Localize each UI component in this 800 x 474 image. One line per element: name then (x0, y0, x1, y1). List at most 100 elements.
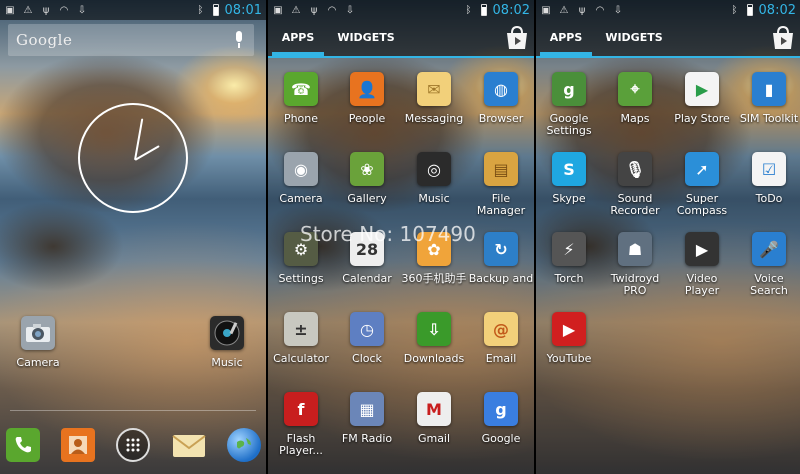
app-calendar[interactable]: 28 Calendar (334, 232, 400, 285)
dock-phone[interactable] (6, 428, 40, 462)
app-file-manager[interactable]: ▤ File Manager (468, 152, 534, 217)
app-voice-search[interactable]: 🎤 Voice Search (736, 232, 800, 297)
app-skype[interactable]: S Skype (536, 152, 602, 205)
app-maps[interactable]: ⌖ Maps (602, 72, 668, 125)
analog-clock-widget[interactable] (78, 103, 188, 213)
status-bar[interactable]: ▣ ⚠ ψ ◠ ⇩ ᛒ 08:02 (536, 0, 800, 20)
battery-icon (480, 4, 487, 16)
app-label: SIM Toolkit (739, 112, 799, 125)
app-backup[interactable]: ↻ Backup and (468, 232, 534, 285)
usb-icon: ψ (578, 4, 586, 16)
tab-apps[interactable]: APPS (272, 20, 324, 56)
clock-icon: ◷ (350, 312, 384, 346)
app-label: ToDo (755, 192, 783, 205)
shortcut-camera[interactable]: Camera (5, 316, 71, 369)
play-store-icon: ▶ (685, 72, 719, 106)
all-apps-icon (116, 428, 150, 462)
maps-icon: ⌖ (618, 72, 652, 106)
app-compass[interactable]: ➚ Super Compass (669, 152, 735, 217)
app-label: 360手机助手 (401, 272, 467, 285)
status-time: 08:01 (224, 2, 262, 18)
app-label: Phone (283, 112, 319, 125)
dock-messaging[interactable] (172, 428, 206, 462)
app-flash-player[interactable]: f Flash Player... (268, 392, 334, 457)
notification-icon: ▣ (273, 4, 283, 16)
bluetooth-icon: ᛒ (731, 4, 738, 16)
google-search-icon: g (484, 392, 518, 426)
tab-widgets[interactable]: WIDGETS (602, 20, 666, 56)
app-settings[interactable]: ⚙ Settings (268, 232, 334, 285)
music-icon (210, 316, 244, 350)
play-store-shortcut-icon[interactable] (504, 25, 530, 51)
google-search-bar[interactable]: Google (8, 24, 254, 56)
app-label: YouTube (546, 352, 592, 365)
tab-widgets[interactable]: WIDGETS (334, 20, 398, 56)
torch-icon: ⚡ (552, 232, 586, 266)
status-bar[interactable]: ▣ ⚠ ψ ◠ ⇩ ᛒ 08:02 (268, 0, 534, 20)
app-assistant-360[interactable]: ✿ 360手机助手 (401, 232, 467, 285)
status-bar[interactable]: ▣ ⚠ ψ ◠ ⇩ ᛒ 08:01 (0, 0, 266, 20)
app-label: Gallery (347, 192, 387, 205)
app-label: Play Store (674, 112, 730, 125)
dock-all-apps[interactable] (116, 428, 150, 462)
app-phone[interactable]: ☎ Phone (268, 72, 334, 125)
app-label: Email (485, 352, 517, 365)
app-downloads[interactable]: ⇩ Downloads (401, 312, 467, 365)
app-torch[interactable]: ⚡ Torch (536, 232, 602, 285)
app-label: Google Settings (546, 112, 592, 137)
tab-apps[interactable]: APPS (540, 20, 592, 56)
app-music[interactable]: ◎ Music (401, 152, 467, 205)
shortcut-music[interactable]: Music (194, 316, 260, 369)
app-gmail[interactable]: M Gmail (401, 392, 467, 445)
app-label: Settings (278, 272, 324, 285)
voice-search-icon: 🎤 (752, 232, 786, 266)
app-label: Twidroyd PRO (610, 272, 660, 297)
app-gallery[interactable]: ❀ Gallery (334, 152, 400, 205)
dock-people[interactable] (61, 428, 95, 462)
app-sim-toolkit[interactable]: ▮ SIM Toolkit (736, 72, 800, 125)
drawer-tab-bar: APPS WIDGETS (268, 20, 534, 58)
notification-icon: ▣ (541, 4, 551, 16)
app-fm-radio[interactable]: ▦ FM Radio (334, 392, 400, 445)
phone-icon (6, 428, 40, 462)
app-google-settings[interactable]: g Google Settings (536, 72, 602, 137)
app-label: Skype (552, 192, 586, 205)
messaging-icon: ✉ (417, 72, 451, 106)
app-label: Messaging (404, 112, 464, 125)
app-sound-recorder[interactable]: 🎙 Sound Recorder (602, 152, 668, 217)
microphone-icon[interactable] (232, 30, 246, 50)
app-label: File Manager (476, 192, 526, 217)
dock-browser[interactable] (227, 428, 261, 462)
play-store-shortcut-icon[interactable] (770, 25, 796, 51)
download-icon: ⇩ (77, 4, 87, 16)
browser-icon: ◍ (484, 72, 518, 106)
app-camera[interactable]: ◉ Camera (268, 152, 334, 205)
app-calculator[interactable]: ± Calculator (268, 312, 334, 365)
app-messaging[interactable]: ✉ Messaging (401, 72, 467, 125)
app-label: Maps (620, 112, 650, 125)
app-label: FM Radio (341, 432, 393, 445)
twidroyd-icon: ☗ (618, 232, 652, 266)
calendar-icon: 28 (350, 232, 384, 266)
app-browser[interactable]: ◍ Browser (468, 72, 534, 125)
app-people[interactable]: 👤 People (334, 72, 400, 125)
app-drawer-page-1: ▣ ⚠ ψ ◠ ⇩ ᛒ 08:02 APPS WIDGETS ☎ Phone 👤 Pe… (268, 0, 534, 474)
app-play-store[interactable]: ▶ Play Store (669, 72, 735, 125)
phone-icon: ☎ (284, 72, 318, 106)
app-label: Music (418, 192, 450, 205)
music-icon: ◎ (417, 152, 451, 186)
app-email[interactable]: @ Email (468, 312, 534, 365)
app-todo[interactable]: ☑ ToDo (736, 152, 800, 205)
app-label: Gmail (417, 432, 451, 445)
dock-divider (10, 410, 256, 411)
app-clock[interactable]: ◷ Clock (334, 312, 400, 365)
todo-icon: ☑ (752, 152, 786, 186)
app-google-search[interactable]: g Google (468, 392, 534, 445)
gmail-icon: M (417, 392, 451, 426)
app-twidroyd[interactable]: ☗ Twidroyd PRO (602, 232, 668, 297)
warning-icon: ⚠ (23, 4, 33, 16)
app-video-player[interactable]: ▶ Video Player (669, 232, 735, 297)
fm-radio-icon: ▦ (350, 392, 384, 426)
app-youtube[interactable]: ▶ YouTube (536, 312, 602, 365)
download-icon: ⇩ (613, 4, 623, 16)
